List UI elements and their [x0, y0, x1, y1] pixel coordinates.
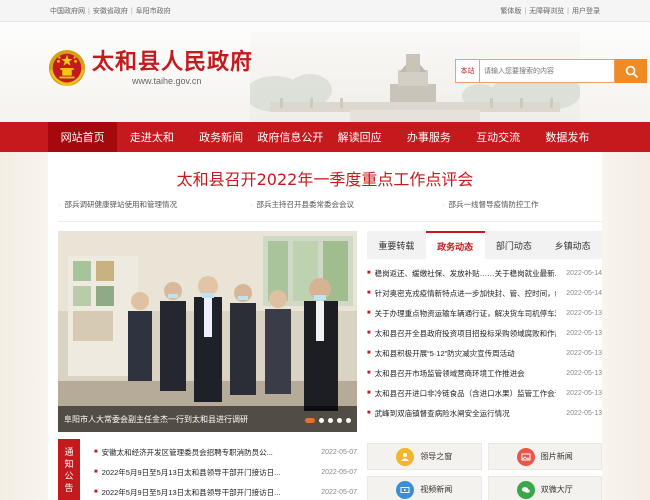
list-item[interactable]: ■ 太和县召开进口非冷链食品（含进口水果）监管工作会议 2022-05-13: [367, 383, 602, 403]
carousel-dots: [301, 418, 351, 423]
carousel-photo: [58, 231, 357, 432]
list-item[interactable]: ■ 太和县召开全县政府投资项目招投标采购领域腐败和作风... 2022-05-13: [367, 323, 602, 343]
nav-interpretation[interactable]: 解读回应: [325, 122, 394, 152]
divider: [58, 221, 602, 222]
tab-important[interactable]: 重要转载: [367, 231, 426, 259]
leader-icon: [396, 447, 415, 466]
nav-interaction[interactable]: 互动交流: [464, 122, 533, 152]
list-item[interactable]: ■ 2022年5月9日至5月13日太和县领导干部开门接访日... 2022-05-0…: [94, 462, 357, 482]
quick-link-video-news[interactable]: 视频新闻: [367, 476, 482, 500]
headline-sublink[interactable]: 邵兵主持召开县委常委会会议: [257, 200, 355, 209]
headline-sublink[interactable]: 邵兵调研健康驿站使用和管理情况: [65, 200, 178, 209]
notice-panel: 通 知 公 告 ■ 安徽太和经济开发区管理委员会招聘专职消防员公... 2022-0…: [58, 439, 357, 500]
tab-dept-dynamics[interactable]: 部门动态: [485, 231, 544, 259]
headline-title[interactable]: 太和县召开2022年一季度重点工作点评会: [0, 166, 650, 189]
top-right-links: 繁体版 | 无障碍浏览 | 用户登录: [500, 7, 600, 15]
top-link-fuyang[interactable]: 阜阳市政府: [136, 8, 171, 15]
top-link-gov-cn[interactable]: 中国政府网: [50, 8, 85, 15]
quick-link-leaders[interactable]: 领导之窗: [367, 443, 482, 470]
carousel-dot[interactable]: [319, 418, 324, 423]
top-bar: 中国政府网 | 安徽省政府 | 阜阳市政府 繁体版 | 无障碍浏览 | 用户登录: [0, 0, 650, 22]
quick-link-picture-news[interactable]: 图片新闻: [487, 443, 602, 470]
search-button[interactable]: [615, 59, 647, 83]
news-list: ■ 稳岗返还、缓缴社保、发放补贴……关于稳岗就业最新... 2022-05-14 ■…: [367, 263, 602, 423]
list-item[interactable]: ■ 太和县召开市场监管领域营商环境工作推进会 2022-05-13: [367, 363, 602, 383]
list-item[interactable]: ■ 关于办理重点物资运输车辆通行证，解决货车司机停车难... 2022-05-13: [367, 303, 602, 323]
main-content: 太和县召开2022年一季度重点工作点评会 · 邵兵调研健康驿站使用和管理情况 · 邵…: [0, 152, 650, 500]
national-emblem-icon: [48, 49, 86, 87]
carousel-dot[interactable]: [337, 418, 342, 423]
quick-links: 领导之窗 图片新闻 视频新闻 双微大厅: [367, 443, 602, 500]
nav-services[interactable]: 办事服务: [394, 122, 463, 152]
top-links: 中国政府网 | 安徽省政府 | 阜阳市政府: [50, 7, 171, 15]
main-nav: 网站首页 走进太和 政务新闻 政府信息公开 解读回应 办事服务 互动交流 数据发…: [0, 122, 650, 152]
accessibility-link[interactable]: 无障碍浏览: [529, 8, 564, 15]
site-url: www.taihe.gov.cn: [132, 76, 202, 86]
search-input[interactable]: [479, 59, 615, 83]
search-scope-select[interactable]: 本站: [455, 59, 479, 83]
top-link-anhui[interactable]: 安徽省政府: [93, 8, 128, 15]
carousel-dot[interactable]: [305, 418, 315, 423]
user-login-link[interactable]: 用户登录: [572, 8, 600, 15]
site-header: 太和县人民政府 www.taihe.gov.cn 本站: [0, 22, 650, 122]
news-panel: 重要转载 政务动态 部门动态 乡镇动态 ■ 稳岗返还、缓缴社保、发放补贴……关于稳…: [367, 231, 602, 423]
quick-link-wechat-hall[interactable]: 双微大厅: [487, 476, 602, 500]
list-item[interactable]: ■ 针对奥密克戎疫情新特点进一步加快封、管、控时间，缩... 2022-05-14: [367, 283, 602, 303]
nav-data[interactable]: 数据发布: [533, 122, 602, 152]
nav-about[interactable]: 走进太和: [117, 122, 186, 152]
nav-gov-news[interactable]: 政务新闻: [187, 122, 256, 152]
carousel-dot[interactable]: [328, 418, 333, 423]
notice-label[interactable]: 通 知 公 告: [58, 439, 80, 500]
search-icon: [625, 65, 638, 78]
tab-town-dynamics[interactable]: 乡镇动态: [543, 231, 602, 259]
list-item[interactable]: ■ 武峰到双庙镇督查病险水闸安全运行情况 2022-05-13: [367, 403, 602, 423]
list-item[interactable]: ■ 太和县积极开展“5·12”防灾减灾宣传周活动 2022-05-13: [367, 343, 602, 363]
list-item[interactable]: ■ 稳岗返还、缓缴社保、发放补贴……关于稳岗就业最新... 2022-05-14: [367, 263, 602, 283]
photo-carousel[interactable]: 阜阳市人大常委会副主任金杰一行到太和县进行调研: [58, 231, 357, 432]
headline-sublink[interactable]: 邵兵一线督导疫情防控工作: [449, 200, 539, 209]
notice-list: ■ 安徽太和经济开发区管理委员会招聘专职消防员公... 2022-05-07 ■ 20…: [94, 442, 357, 500]
news-tabs: 重要转载 政务动态 部门动态 乡镇动态: [367, 231, 602, 259]
picture-icon: [516, 447, 535, 466]
search-bar: 本站: [455, 59, 647, 83]
headline-sublinks: · 邵兵调研健康驿站使用和管理情况 · 邵兵主持召开县委常委会会议 · 邵兵一线督导疫…: [58, 200, 539, 209]
list-item[interactable]: ■ 2022年5月9日至5月13日太和县领导干部开门接访日... 2022-05-0…: [94, 482, 357, 500]
carousel-dot[interactable]: [346, 418, 351, 423]
traditional-chinese-link[interactable]: 繁体版: [500, 8, 521, 15]
video-icon: [396, 480, 415, 499]
nav-home[interactable]: 网站首页: [48, 122, 118, 152]
tab-gov-dynamics[interactable]: 政务动态: [425, 231, 485, 259]
site-title: 太和县人民政府: [92, 49, 254, 75]
list-item[interactable]: ■ 安徽太和经济开发区管理委员会招聘专职消防员公... 2022-05-07: [94, 442, 357, 462]
nav-info-disclosure[interactable]: 政府信息公开: [256, 122, 325, 152]
wechat-icon: [516, 480, 535, 499]
site-logo[interactable]: 太和县人民政府 www.taihe.gov.cn: [48, 49, 253, 87]
